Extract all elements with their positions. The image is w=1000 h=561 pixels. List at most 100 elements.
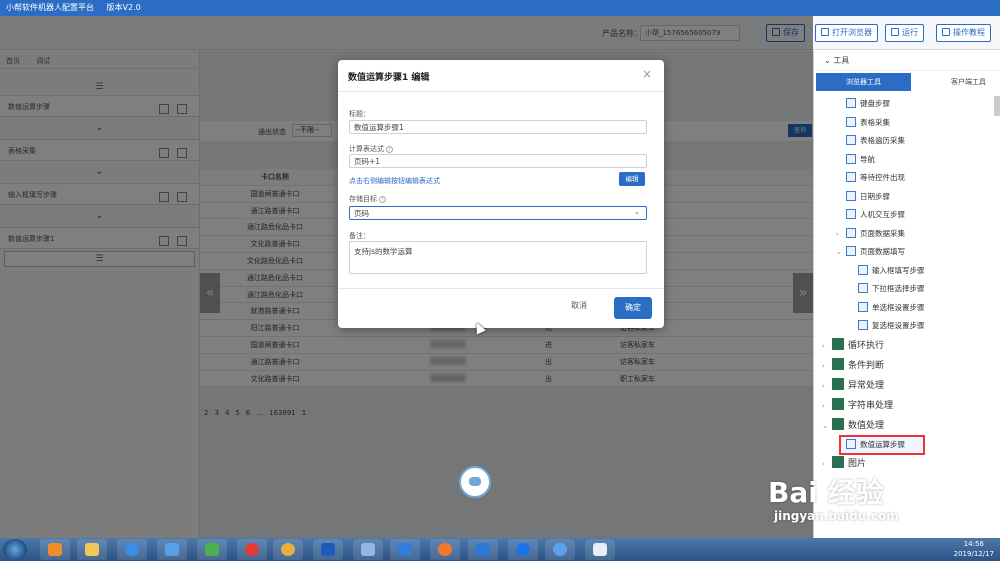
assistant-bubble-icon[interactable]	[459, 466, 491, 498]
start-button-icon[interactable]	[3, 539, 27, 560]
clock[interactable]: 14:56 2019/12/17	[954, 539, 994, 559]
cancel-button[interactable]: 取消	[571, 300, 587, 311]
watermark-brand: Bai 经验	[768, 476, 884, 509]
robot-app-icon[interactable]	[353, 539, 383, 560]
tool-group[interactable]: ⌄ 数值处理	[814, 416, 1000, 436]
dialog-title: 数值运算步骤1 编辑	[348, 73, 430, 83]
dialog-footer: 取消 确定	[338, 288, 664, 328]
tool-icon	[846, 135, 856, 145]
tool-item[interactable]: 日期步骤	[814, 188, 1000, 207]
expand-arrow-icon[interactable]: ›	[836, 225, 846, 244]
title-input[interactable]: 数值运算步骤1	[349, 120, 647, 134]
tool-group[interactable]: › 字符串处理	[814, 396, 1000, 416]
tool-label: 表格遍历采集	[860, 136, 905, 145]
mail-app-icon[interactable]	[390, 539, 420, 560]
network-app-icon[interactable]	[313, 539, 343, 560]
wechat-icon[interactable]	[197, 539, 227, 560]
tool-label: 页面数据填写	[860, 247, 905, 256]
edit-step-dialog: 数值运算步骤1 编辑 × 标题： 数值运算步骤1 计算表达式? 页码+1 点击右…	[338, 60, 664, 328]
tool-group[interactable]: › 图片	[814, 454, 1000, 474]
tool-group[interactable]: › 循环执行	[814, 336, 1000, 356]
edit-expression-button[interactable]: 编辑	[619, 172, 645, 186]
chrome-icon[interactable]	[273, 539, 303, 560]
tool-item[interactable]: 复选框设置步骤	[814, 317, 1000, 336]
tool-icon	[858, 301, 868, 312]
group-label: 循环执行	[848, 340, 885, 351]
tool-item[interactable]: › 页面数据采集	[814, 225, 1000, 244]
robot-config-icon[interactable]	[545, 539, 575, 560]
group-icon	[832, 417, 844, 430]
tool-group[interactable]: › 条件判断	[814, 356, 1000, 376]
tools-tabs: 浏览器工具 客户端工具	[814, 71, 1000, 91]
tool-label: 键盘步骤	[860, 99, 890, 108]
open-browser-label: 打开浏览器	[832, 28, 872, 37]
tool-label: 人机交互步骤	[860, 210, 905, 219]
close-icon[interactable]: ×	[642, 67, 652, 81]
tools-tree: 键盘步骤 表格采集 表格遍历采集 导航 等待控件出现 日期步骤 人机交互步骤 › 页面数据采集 ⌄…	[814, 95, 1000, 474]
teamviewer-icon[interactable]	[508, 539, 538, 560]
tool-icon	[846, 227, 856, 238]
tool-label: 数值运算步骤	[860, 439, 905, 449]
app-name: 小帮软件机器人配置平台	[6, 3, 94, 12]
tool-item[interactable]: 等待控件出现	[814, 169, 1000, 188]
expand-arrow-icon[interactable]: ›	[822, 336, 832, 356]
watermark-url: jingyan.baidu.com	[774, 509, 899, 523]
open-browser-button[interactable]: 打开浏览器	[815, 24, 878, 42]
target-select[interactable]: 页码 ⌄	[349, 206, 647, 220]
star-app-icon[interactable]	[468, 539, 498, 560]
expand-arrow-icon[interactable]: ⌄	[836, 243, 846, 262]
expand-arrow-icon[interactable]: ⌄	[822, 416, 832, 436]
music-app-icon[interactable]	[237, 539, 267, 560]
tool-label: 单选框设置步骤	[872, 302, 925, 312]
run-button[interactable]: 运行	[885, 24, 924, 42]
tool-label: 等待控件出现	[860, 173, 905, 182]
app-version: 版本V2.0	[106, 3, 141, 12]
expand-arrow-icon[interactable]: ›	[822, 356, 832, 376]
ie-browser-icon[interactable]	[117, 539, 147, 560]
expand-arrow-icon[interactable]: ›	[822, 454, 832, 474]
help-icon[interactable]: ?	[379, 196, 386, 203]
tab-browser-tools[interactable]: 浏览器工具	[816, 73, 911, 91]
expression-label: 计算表达式	[349, 145, 384, 153]
tab-client-tools[interactable]: 客户端工具	[921, 73, 1000, 91]
cloud-app-icon[interactable]	[157, 539, 187, 560]
group-icon	[832, 337, 844, 350]
tool-icon	[846, 172, 856, 182]
tool-item[interactable]: 输入框填写步骤	[814, 262, 1000, 281]
firefox-icon[interactable]	[430, 539, 460, 560]
expression-label-wrap: 计算表达式?	[349, 144, 393, 154]
tutorial-button[interactable]: 操作教程	[936, 24, 991, 42]
tools-title[interactable]: ⌄ 工具	[814, 51, 1000, 71]
tool-item[interactable]: 表格采集	[814, 114, 1000, 133]
tool-item-selected[interactable]: 数值运算步骤	[839, 434, 925, 455]
run-icon	[891, 28, 899, 36]
chevron-down-icon: ⌄	[634, 208, 640, 216]
tool-item[interactable]: 导航	[814, 151, 1000, 170]
taskbar: 14:56 2019/12/17	[0, 538, 1000, 561]
tool-item[interactable]: 表格遍历采集	[814, 132, 1000, 151]
tool-label: 导航	[860, 154, 875, 164]
tool-icon	[846, 98, 856, 108]
note-textarea[interactable]: 支持js的数学运算	[349, 241, 647, 274]
tool-item[interactable]: 键盘步骤	[814, 95, 1000, 114]
media-player-icon[interactable]	[40, 539, 70, 560]
tool-group[interactable]: › 异常处理	[814, 376, 1000, 396]
dialog-header: 数值运算步骤1 编辑 ×	[338, 60, 664, 92]
tool-icon	[858, 264, 868, 275]
tool-icon	[846, 116, 856, 127]
edit-expression-link[interactable]: 点击右侧编辑按钮编辑表达式	[349, 176, 440, 186]
window-app-icon[interactable]	[585, 539, 615, 560]
expand-arrow-icon[interactable]: ›	[822, 396, 832, 416]
group-label: 异常处理	[848, 380, 885, 391]
tool-item[interactable]: ⌄ 页面数据填写	[814, 243, 1000, 262]
file-explorer-icon[interactable]	[77, 539, 107, 560]
ok-button[interactable]: 确定	[614, 297, 652, 319]
expression-input[interactable]: 页码+1	[349, 154, 647, 168]
tool-item[interactable]: 下拉框选择步骤	[814, 280, 1000, 299]
expand-arrow-icon[interactable]: ›	[822, 376, 832, 396]
group-icon	[832, 397, 844, 410]
tool-item[interactable]: 单选框设置步骤	[814, 299, 1000, 318]
tool-item[interactable]: 人机交互步骤	[814, 206, 1000, 225]
group-label: 条件判断	[848, 360, 885, 371]
help-icon[interactable]: ?	[386, 146, 393, 153]
